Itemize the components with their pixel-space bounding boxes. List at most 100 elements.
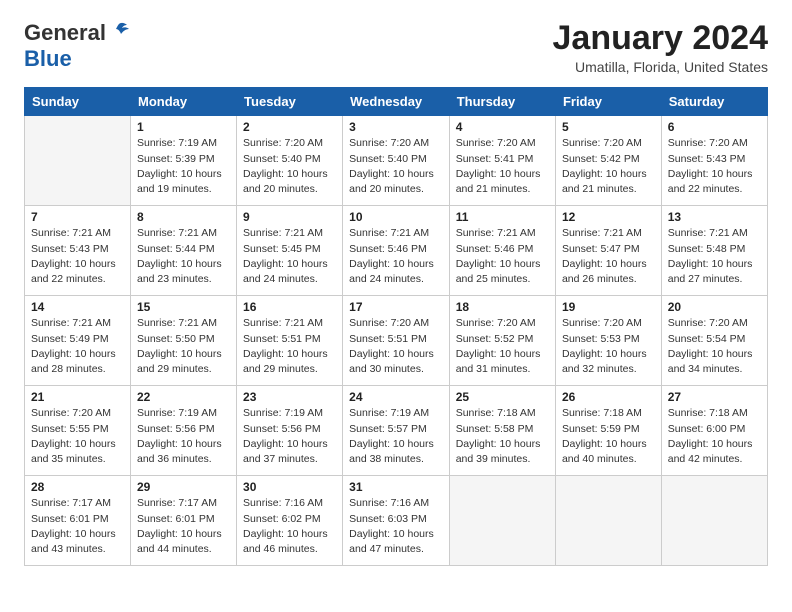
day-info: Sunrise: 7:17 AM Sunset: 6:01 PM Dayligh… (31, 496, 124, 557)
cell-w3-d3: 17Sunrise: 7:20 AM Sunset: 5:51 PM Dayli… (343, 296, 450, 386)
cell-w4-d4: 25 Sunrise: 7:18 AM Sunset: 5:58 PM Dayli… (449, 386, 555, 476)
header-saturday: Saturday (661, 88, 767, 116)
day-number: 10 (349, 210, 443, 224)
day-number: 9 (243, 210, 336, 224)
day-number: 6 (668, 120, 761, 134)
day-info: Sunrise: 7:20 AM Sunset: 5:53 PM Dayligh… (562, 316, 655, 377)
cell-w3-d6: 20 Sunrise: 7:20 AM Sunset: 5:54 PM Dayli… (661, 296, 767, 386)
day-number: 31 (349, 480, 443, 494)
header-sunday: Sunday (25, 88, 131, 116)
day-number: 26 (562, 390, 655, 404)
day-info: Sunrise: 7:18 AM Sunset: 5:58 PM Dayligh… (456, 406, 549, 467)
day-info: Sunrise: 7:20 AM Sunset: 5:41 PM Dayligh… (456, 136, 549, 197)
cell-w1-d0 (25, 116, 131, 206)
header-tuesday: Tuesday (237, 88, 343, 116)
location-subtitle: Umatilla, Florida, United States (553, 59, 769, 75)
header: General Blue January 2024 Umatilla, Flor… (24, 20, 768, 75)
cell-w4-d1: 22 Sunrise: 7:19 AM Sunset: 5:56 PM Dayli… (131, 386, 237, 476)
cell-w3-d1: 15Sunrise: 7:21 AM Sunset: 5:50 PM Dayli… (131, 296, 237, 386)
cell-w4-d5: 26Sunrise: 7:18 AM Sunset: 5:59 PM Dayli… (555, 386, 661, 476)
cell-w1-d3: 3Sunrise: 7:20 AM Sunset: 5:40 PM Daylig… (343, 116, 450, 206)
logo-bird-icon (108, 20, 130, 42)
cell-w4-d6: 27 Sunrise: 7:18 AM Sunset: 6:00 PM Dayli… (661, 386, 767, 476)
cell-w3-d5: 19 Sunrise: 7:20 AM Sunset: 5:53 PM Dayli… (555, 296, 661, 386)
cell-w4-d2: 23 Sunrise: 7:19 AM Sunset: 5:56 PM Dayli… (237, 386, 343, 476)
day-info: Sunrise: 7:21 AM Sunset: 5:45 PM Dayligh… (243, 226, 336, 287)
calendar-table: Sunday Monday Tuesday Wednesday Thursday… (24, 87, 768, 566)
day-info: Sunrise: 7:16 AM Sunset: 6:03 PM Dayligh… (349, 496, 443, 557)
day-info: Sunrise: 7:20 AM Sunset: 5:43 PM Dayligh… (668, 136, 761, 197)
cell-w2-d1: 8 Sunrise: 7:21 AM Sunset: 5:44 PM Daylig… (131, 206, 237, 296)
cell-w5-d3: 31 Sunrise: 7:16 AM Sunset: 6:03 PM Dayli… (343, 476, 450, 566)
day-number: 28 (31, 480, 124, 494)
week-row-4: 21 Sunrise: 7:20 AM Sunset: 5:55 PM Dayli… (25, 386, 768, 476)
day-number: 1 (137, 120, 230, 134)
day-info: Sunrise: 7:21 AM Sunset: 5:49 PM Dayligh… (31, 316, 124, 377)
day-number: 17 (349, 300, 443, 314)
logo: General Blue (24, 20, 130, 72)
day-info: Sunrise: 7:21 AM Sunset: 5:46 PM Dayligh… (349, 226, 443, 287)
cell-w2-d6: 13 Sunrise: 7:21 AM Sunset: 5:48 PM Dayli… (661, 206, 767, 296)
cell-w4-d0: 21 Sunrise: 7:20 AM Sunset: 5:55 PM Dayli… (25, 386, 131, 476)
cell-w1-d4: 4 Sunrise: 7:20 AM Sunset: 5:41 PM Daylig… (449, 116, 555, 206)
day-number: 29 (137, 480, 230, 494)
day-info: Sunrise: 7:19 AM Sunset: 5:56 PM Dayligh… (243, 406, 336, 467)
day-number: 12 (562, 210, 655, 224)
header-friday: Friday (555, 88, 661, 116)
day-number: 8 (137, 210, 230, 224)
header-monday: Monday (131, 88, 237, 116)
day-info: Sunrise: 7:21 AM Sunset: 5:51 PM Dayligh… (243, 316, 336, 377)
header-wednesday: Wednesday (343, 88, 450, 116)
day-info: Sunrise: 7:19 AM Sunset: 5:39 PM Dayligh… (137, 136, 230, 197)
day-number: 24 (349, 390, 443, 404)
cell-w5-d5 (555, 476, 661, 566)
day-number: 22 (137, 390, 230, 404)
week-row-3: 14 Sunrise: 7:21 AM Sunset: 5:49 PM Dayli… (25, 296, 768, 386)
day-info: Sunrise: 7:19 AM Sunset: 5:56 PM Dayligh… (137, 406, 230, 467)
title-area: January 2024 Umatilla, Florida, United S… (553, 20, 769, 75)
day-info: Sunrise: 7:20 AM Sunset: 5:52 PM Dayligh… (456, 316, 549, 377)
day-info: Sunrise: 7:20 AM Sunset: 5:55 PM Dayligh… (31, 406, 124, 467)
day-number: 19 (562, 300, 655, 314)
day-number: 7 (31, 210, 124, 224)
day-number: 16 (243, 300, 336, 314)
day-number: 27 (668, 390, 761, 404)
day-number: 13 (668, 210, 761, 224)
day-number: 11 (456, 210, 549, 224)
cell-w1-d1: 1 Sunrise: 7:19 AM Sunset: 5:39 PM Daylig… (131, 116, 237, 206)
cell-w5-d4 (449, 476, 555, 566)
day-info: Sunrise: 7:20 AM Sunset: 5:42 PM Dayligh… (562, 136, 655, 197)
cell-w5-d0: 28 Sunrise: 7:17 AM Sunset: 6:01 PM Dayli… (25, 476, 131, 566)
day-number: 14 (31, 300, 124, 314)
day-number: 15 (137, 300, 230, 314)
header-thursday: Thursday (449, 88, 555, 116)
cell-w1-d2: 2Sunrise: 7:20 AM Sunset: 5:40 PM Daylig… (237, 116, 343, 206)
day-info: Sunrise: 7:20 AM Sunset: 5:40 PM Dayligh… (349, 136, 443, 197)
cell-w2-d2: 9 Sunrise: 7:21 AM Sunset: 5:45 PM Daylig… (237, 206, 343, 296)
cell-w3-d2: 16 Sunrise: 7:21 AM Sunset: 5:51 PM Dayli… (237, 296, 343, 386)
day-number: 23 (243, 390, 336, 404)
day-number: 30 (243, 480, 336, 494)
day-info: Sunrise: 7:18 AM Sunset: 6:00 PM Dayligh… (668, 406, 761, 467)
cell-w1-d6: 6 Sunrise: 7:20 AM Sunset: 5:43 PM Daylig… (661, 116, 767, 206)
day-info: Sunrise: 7:21 AM Sunset: 5:44 PM Dayligh… (137, 226, 230, 287)
cell-w5-d2: 30 Sunrise: 7:16 AM Sunset: 6:02 PM Dayli… (237, 476, 343, 566)
logo-general: General (24, 20, 106, 46)
day-number: 2 (243, 120, 336, 134)
day-number: 5 (562, 120, 655, 134)
day-number: 25 (456, 390, 549, 404)
cell-w2-d5: 12Sunrise: 7:21 AM Sunset: 5:47 PM Dayli… (555, 206, 661, 296)
day-info: Sunrise: 7:16 AM Sunset: 6:02 PM Dayligh… (243, 496, 336, 557)
cell-w1-d5: 5 Sunrise: 7:20 AM Sunset: 5:42 PM Daylig… (555, 116, 661, 206)
cell-w3-d4: 18Sunrise: 7:20 AM Sunset: 5:52 PM Dayli… (449, 296, 555, 386)
week-row-2: 7Sunrise: 7:21 AM Sunset: 5:43 PM Daylig… (25, 206, 768, 296)
month-title: January 2024 (553, 20, 769, 57)
week-row-5: 28 Sunrise: 7:17 AM Sunset: 6:01 PM Dayli… (25, 476, 768, 566)
day-info: Sunrise: 7:20 AM Sunset: 5:54 PM Dayligh… (668, 316, 761, 377)
day-number: 21 (31, 390, 124, 404)
day-number: 4 (456, 120, 549, 134)
day-info: Sunrise: 7:19 AM Sunset: 5:57 PM Dayligh… (349, 406, 443, 467)
day-info: Sunrise: 7:21 AM Sunset: 5:48 PM Dayligh… (668, 226, 761, 287)
day-number: 20 (668, 300, 761, 314)
cell-w2-d4: 11Sunrise: 7:21 AM Sunset: 5:46 PM Dayli… (449, 206, 555, 296)
